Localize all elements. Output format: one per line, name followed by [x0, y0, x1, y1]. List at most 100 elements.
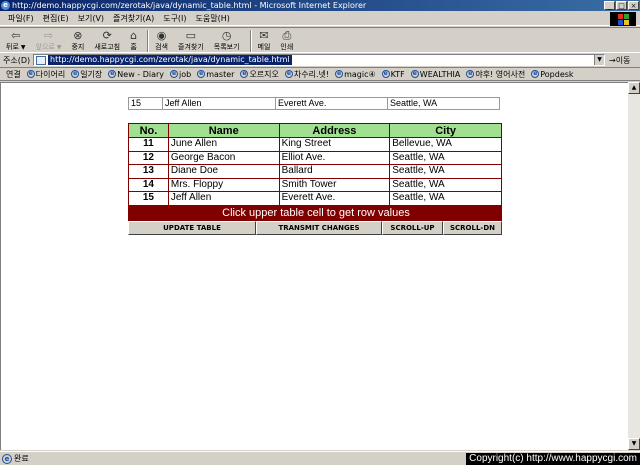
- mail-button[interactable]: ✉ 메일: [258, 28, 271, 52]
- back-dropdown-icon[interactable]: ▼: [21, 44, 26, 51]
- ie-page-icon: e: [531, 70, 540, 78]
- menu-bar: 파일(F) 편집(E) 보기(V) 즐겨찾기(A) 도구(I) 도움말(H): [0, 11, 640, 26]
- table-row[interactable]: 14 Mrs. Floppy Smith Tower Seattle, WA: [128, 177, 502, 192]
- cell-no[interactable]: 12: [128, 150, 169, 165]
- cell-address[interactable]: Smith Tower: [278, 177, 391, 192]
- link-item[interactable]: e KTF: [381, 70, 405, 79]
- go-button[interactable]: →이동: [609, 55, 630, 66]
- cell-no[interactable]: 11: [128, 137, 169, 152]
- link-item[interactable]: e WEALTHIA: [410, 70, 460, 79]
- table-row[interactable]: 13 Diane Doe Ballard Seattle, WA: [128, 164, 502, 179]
- printer-icon: ⎙: [282, 29, 292, 42]
- menu-edit[interactable]: 편집(E): [43, 13, 69, 24]
- cell-city[interactable]: Bellevue, WA: [389, 137, 502, 152]
- data-table: No. Name Address City 11 June Allen King…: [128, 123, 502, 221]
- home-icon: ⌂: [130, 29, 138, 42]
- cell-city[interactable]: Seattle, WA: [389, 191, 502, 206]
- cell-no[interactable]: 13: [128, 164, 169, 179]
- update-table-button[interactable]: UPDATE TABLE: [128, 221, 256, 235]
- vertical-scrollbar[interactable]: ▲ ▼: [628, 82, 640, 450]
- back-button[interactable]: ⇦ 뒤로 ▼: [6, 28, 26, 53]
- cell-no[interactable]: 15: [128, 191, 169, 206]
- home-button[interactable]: ⌂ 홈: [130, 28, 137, 52]
- stop-button[interactable]: ⊗ 중지: [71, 28, 84, 52]
- toolbar-separator: [147, 30, 150, 52]
- menu-view[interactable]: 보기(V): [78, 13, 104, 24]
- link-item[interactable]: e 일기장: [71, 69, 102, 80]
- table-row[interactable]: 12 George Bacon Elliot Ave. Seattle, WA: [128, 150, 502, 165]
- history-icon: ◷: [221, 29, 232, 42]
- ie-page-icon: e: [26, 70, 35, 78]
- column-header-no: No.: [128, 123, 169, 138]
- cell-address[interactable]: Elliot Ave.: [278, 150, 391, 165]
- menu-favorites[interactable]: 즐겨찾기(A): [113, 13, 154, 24]
- cell-name[interactable]: George Bacon: [167, 150, 280, 165]
- page-done-icon: e: [2, 453, 12, 464]
- menu-file[interactable]: 파일(F): [8, 13, 34, 24]
- scroll-up-button[interactable]: SCROLL-UP: [382, 221, 443, 235]
- stop-icon: ⊗: [73, 29, 83, 42]
- forward-button[interactable]: ⇨ 앞으로 ▼: [36, 28, 62, 53]
- forward-dropdown-icon[interactable]: ▼: [57, 44, 62, 51]
- cell-name[interactable]: June Allen: [167, 137, 280, 152]
- address-dropdown-icon[interactable]: ▼: [594, 55, 604, 65]
- no-field[interactable]: 15: [128, 97, 162, 110]
- print-button[interactable]: ⎙ 인쇄: [280, 28, 293, 52]
- cell-name[interactable]: Mrs. Floppy: [167, 177, 280, 192]
- address-url[interactable]: http://demo.happycgi.com/zerotak/java/dy…: [48, 55, 292, 65]
- column-header-name: Name: [167, 123, 280, 138]
- window-titlebar: e http://demo.happycgi.com/zerotak/java/…: [0, 0, 640, 11]
- column-header-city: City: [389, 123, 502, 138]
- ie-page-icon: e: [381, 70, 390, 78]
- menu-tools[interactable]: 도구(I): [163, 13, 186, 24]
- cell-city[interactable]: Seattle, WA: [389, 164, 502, 179]
- history-button[interactable]: ◷ 목록보기: [214, 28, 240, 52]
- window-controls: _ □ ×: [604, 1, 639, 10]
- cell-no[interactable]: 14: [128, 177, 169, 192]
- address-bar: 주소(D) http://demo.happycgi.com/zerotak/j…: [0, 53, 640, 67]
- standard-toolbar: ⇦ 뒤로 ▼ ⇨ 앞으로 ▼ ⊗ 중지 ⟳ 새로고침 ⌂ 홈 ◉ 검색 ▭ 즐겨찾기…: [0, 27, 640, 53]
- link-item[interactable]: e 오르지오: [240, 69, 279, 80]
- address-input[interactable]: http://demo.happycgi.com/zerotak/java/dy…: [33, 54, 605, 66]
- favorites-folder-icon: ▭: [185, 29, 197, 42]
- link-item[interactable]: e New - Diary: [108, 70, 164, 79]
- link-item[interactable]: e 야후! 영어사전: [466, 69, 525, 80]
- cell-city[interactable]: Seattle, WA: [389, 150, 502, 165]
- scroll-up-arrow-icon[interactable]: ▲: [628, 82, 640, 94]
- city-field[interactable]: Seattle, WA: [387, 97, 500, 110]
- scroll-down-button[interactable]: SCROLL-DN: [443, 221, 502, 235]
- ie-page-icon: e: [240, 70, 249, 78]
- table-row[interactable]: 11 June Allen King Street Bellevue, WA: [128, 137, 502, 152]
- link-item[interactable]: e job: [170, 70, 191, 79]
- minimize-icon[interactable]: _: [604, 1, 615, 10]
- menu-help[interactable]: 도움말(H): [196, 13, 230, 24]
- scroll-down-arrow-icon[interactable]: ▼: [628, 438, 640, 450]
- favorites-button[interactable]: ▭ 즐겨찾기: [178, 28, 204, 52]
- name-field[interactable]: Jeff Allen: [162, 97, 275, 110]
- link-item[interactable]: e Popdesk: [531, 70, 574, 79]
- link-item[interactable]: e 차수리.넷!: [284, 69, 329, 80]
- cell-name[interactable]: Diane Doe: [167, 164, 280, 179]
- table-header-row: No. Name Address City: [128, 123, 502, 138]
- maximize-icon[interactable]: □: [616, 1, 627, 10]
- cell-address[interactable]: Ballard: [278, 164, 391, 179]
- refresh-button[interactable]: ⟳ 새로고침: [94, 28, 120, 52]
- cell-name[interactable]: Jeff Allen: [167, 191, 280, 206]
- transmit-changes-button[interactable]: TRANSMIT CHANGES: [256, 221, 382, 235]
- ie-page-icon: e: [170, 70, 179, 78]
- cell-address[interactable]: King Street: [278, 137, 391, 152]
- address-field[interactable]: Everett Ave.: [275, 97, 387, 110]
- ie-page-icon: e: [71, 70, 80, 78]
- page-icon: [36, 55, 46, 65]
- link-item[interactable]: e 다이어리: [26, 69, 65, 80]
- link-item[interactable]: e magic④: [335, 70, 376, 79]
- table-row[interactable]: 15 Jeff Allen Everett Ave. Seattle, WA: [128, 191, 502, 206]
- cell-city[interactable]: Seattle, WA: [389, 177, 502, 192]
- back-arrow-icon: ⇦: [11, 29, 21, 42]
- close-icon[interactable]: ×: [628, 1, 639, 10]
- cell-address[interactable]: Everett Ave.: [278, 191, 391, 206]
- search-icon: ◉: [156, 29, 167, 42]
- search-button[interactable]: ◉ 검색: [155, 28, 168, 52]
- page-content: 15 Jeff Allen Everett Ave. Seattle, WA N…: [0, 82, 628, 450]
- link-item[interactable]: e master: [197, 70, 234, 79]
